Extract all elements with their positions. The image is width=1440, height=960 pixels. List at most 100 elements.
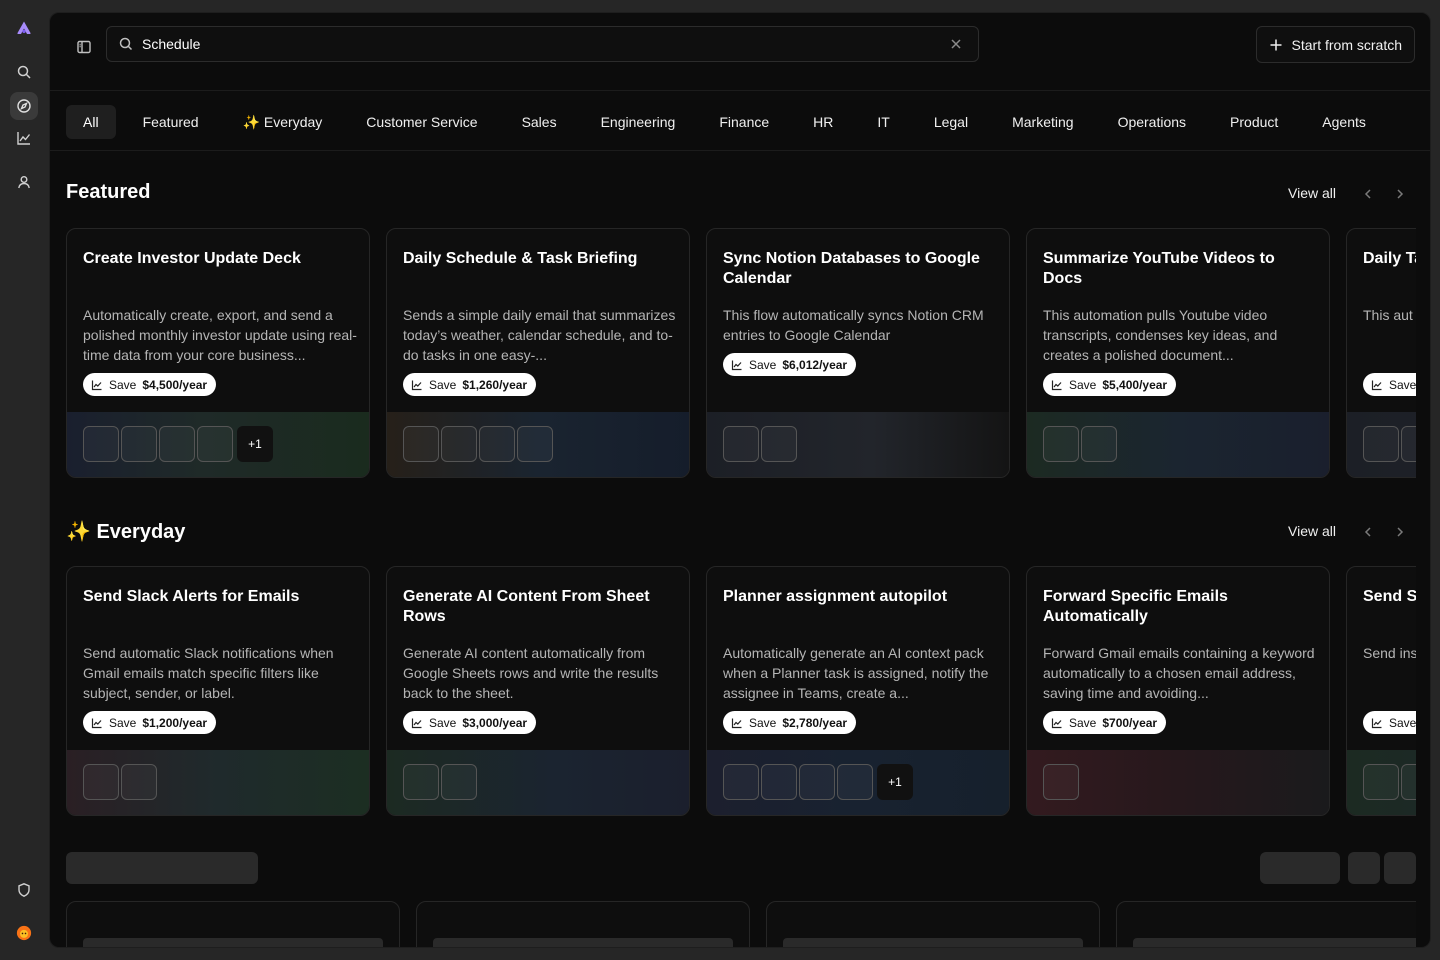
savings-amount: $700/year — [1102, 715, 1158, 730]
template-card[interactable]: Summarize YouTube Videos to Docs This aut… — [1026, 228, 1330, 478]
card-description: Generate AI content automatically from G… — [403, 643, 679, 703]
close-icon[interactable] — [948, 36, 964, 52]
loading-card-skeleton — [66, 901, 400, 947]
savings-badge: Save $5,400/year — [1043, 373, 1177, 396]
card-description: Forward Gmail emails containing a keywor… — [1043, 643, 1319, 703]
trend-icon — [91, 718, 102, 728]
tab-operations[interactable]: Operations — [1101, 105, 1203, 139]
avatar[interactable] — [10, 919, 38, 947]
app-icons — [403, 764, 477, 800]
compass-icon[interactable] — [10, 92, 38, 120]
app-icon — [441, 426, 477, 462]
card-description-text: Automatically generate an AI context pac… — [723, 645, 989, 701]
card-title: Send Slack Alerts for Emails — [83, 588, 300, 605]
app-icon — [83, 764, 119, 800]
savings-badge: Save $4,500/year — [83, 373, 217, 396]
tab-customer-service[interactable]: Customer Service — [349, 105, 494, 139]
app-icon — [1081, 426, 1117, 462]
app-icon — [1363, 764, 1399, 800]
savings-label: Save — [429, 377, 457, 392]
plus-icon — [1270, 39, 1282, 50]
savings-label: Save — [109, 377, 137, 392]
savings-badge: Save — [1363, 373, 1416, 396]
search-icon[interactable] — [10, 58, 38, 86]
tab-engineering[interactable]: Engineering — [584, 105, 693, 139]
card-description: Automatically generate an AI context pac… — [723, 643, 999, 703]
savings-label: Save — [429, 715, 457, 730]
card-app-strip: +1 — [707, 750, 1009, 815]
app-icon — [723, 764, 759, 800]
tab-marketing[interactable]: Marketing — [995, 105, 1090, 139]
card-description: Automatically create, export, and send a… — [83, 305, 359, 365]
savings-label: Save — [1389, 377, 1416, 392]
savings-badge: Save $1,260/year — [403, 373, 537, 396]
view-all-everyday-link[interactable]: View all — [1288, 523, 1336, 539]
tab-hr[interactable]: HR — [796, 105, 850, 139]
tab-all[interactable]: All — [66, 105, 116, 139]
tab-everyday[interactable]: ✨ Everyday — [226, 105, 340, 139]
shield-icon[interactable] — [10, 876, 38, 904]
tab-sales[interactable]: Sales — [505, 105, 574, 139]
tab-it[interactable]: IT — [860, 105, 906, 139]
savings-badge: Save $6,012/year — [723, 353, 857, 376]
card-description: This automation pulls Youtube video tran… — [1043, 305, 1319, 365]
savings-label: Save — [749, 357, 777, 372]
chevron-left-icon[interactable] — [1360, 524, 1376, 540]
chart-icon[interactable] — [10, 124, 38, 152]
section-title-everyday: ✨ Everyday — [66, 521, 186, 543]
app-icon — [1401, 764, 1416, 800]
card-app-strip — [1027, 412, 1329, 477]
search-bar[interactable] — [106, 26, 979, 62]
app-icon — [799, 764, 835, 800]
template-card[interactable]: Sync Notion Databases to Google Calendar… — [706, 228, 1010, 478]
template-card[interactable]: Send Slack Alerts for Emails Send automat… — [66, 566, 370, 816]
trend-icon — [411, 718, 422, 728]
app-icon — [837, 764, 873, 800]
app-icon — [121, 764, 157, 800]
tab-finance[interactable]: Finance — [702, 105, 786, 139]
card-description-text: This flow automatically syncs Notion CRM… — [723, 307, 984, 343]
tab-agents[interactable]: Agents — [1305, 105, 1383, 139]
card-title: Create Investor Update Deck — [83, 250, 301, 267]
app-icon — [1043, 764, 1079, 800]
tabs-divider — [50, 150, 1430, 151]
app-icon — [121, 426, 157, 462]
tab-legal[interactable]: Legal — [917, 105, 985, 139]
user-icon[interactable] — [10, 168, 38, 196]
chevron-right-icon[interactable] — [1392, 524, 1408, 540]
template-card[interactable]: Daily Schedule & Task Briefing Sends a si… — [386, 228, 690, 478]
app-icons — [1363, 426, 1416, 462]
card-description: Send automatic Slack notifications when … — [83, 643, 359, 703]
row-edge-mask — [1416, 893, 1430, 947]
template-card[interactable]: Create Investor Update Deck Automatically… — [66, 228, 370, 478]
template-card[interactable]: Generate AI Content From Sheet Rows Gener… — [386, 566, 690, 816]
loading-card-skeleton — [416, 901, 750, 947]
savings-badge: Save — [1363, 711, 1416, 734]
template-card[interactable]: Forward Specific Emails Automatically For… — [1026, 566, 1330, 816]
start-from-scratch-button[interactable]: Start from scratch — [1255, 26, 1415, 63]
app-icons — [403, 426, 553, 462]
template-card[interactable]: Send S Send ins every ne your tea Save — [1346, 566, 1416, 816]
tab-product[interactable]: Product — [1213, 105, 1295, 139]
trend-icon — [411, 380, 422, 390]
search-input[interactable] — [142, 36, 948, 52]
chevron-left-icon[interactable] — [1360, 186, 1376, 202]
tab-featured[interactable]: Featured — [126, 105, 216, 139]
template-card[interactable]: Daily Ta This aut tasks fro Sheets e Save — [1346, 228, 1416, 478]
trend-icon — [1371, 718, 1382, 728]
loading-button-skeleton — [1384, 852, 1416, 884]
card-app-strip — [1027, 750, 1329, 815]
app-icon — [159, 426, 195, 462]
card-title: Send S — [1363, 588, 1416, 605]
sidebar-toggle-icon[interactable] — [72, 35, 96, 59]
app-icon — [1043, 426, 1079, 462]
chevron-right-icon[interactable] — [1392, 186, 1408, 202]
start-from-scratch-label: Start from scratch — [1291, 36, 1402, 53]
loading-button-skeleton — [1348, 852, 1380, 884]
view-all-featured-link[interactable]: View all — [1288, 185, 1336, 201]
card-app-strip — [1347, 750, 1416, 815]
logo-icon[interactable] — [10, 14, 38, 42]
app-icons: +1 — [723, 764, 913, 800]
template-card[interactable]: Planner assignment autopilot Automaticall… — [706, 566, 1010, 816]
app-icon — [517, 426, 553, 462]
